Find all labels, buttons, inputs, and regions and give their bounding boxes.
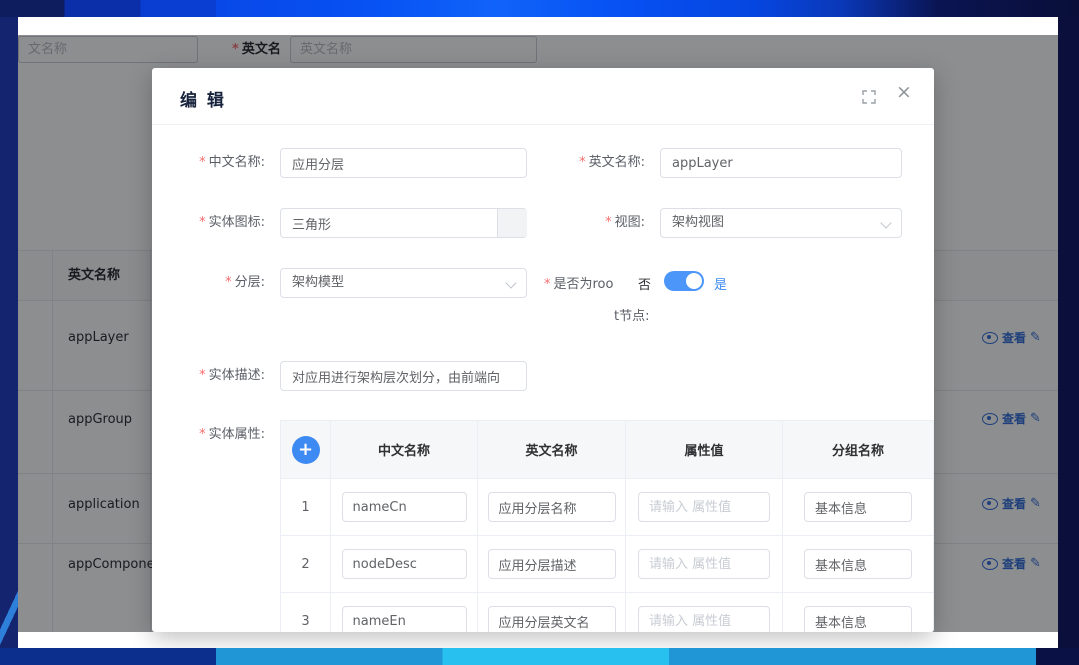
attr-cell [626, 479, 783, 536]
name-cn-label: *中文名称: [160, 148, 265, 178]
is-root-label-line1: *是否为roo [544, 273, 613, 292]
edit-modal: 编 辑 × *中文名称: *英文名称: *实体图标: *视图: 架构视图 *分层… [152, 68, 934, 632]
entity-icon-input[interactable] [280, 208, 527, 238]
close-icon[interactable]: × [896, 83, 912, 102]
attr-row-index: 1 [281, 479, 331, 536]
attr-name-cn-input[interactable] [342, 492, 467, 522]
attr-cell [626, 593, 783, 632]
required-asterisk: * [199, 427, 206, 442]
modal-title: 编 辑 [180, 86, 226, 111]
decorative-diagonal-accent [0, 588, 18, 648]
attr-name-en-input[interactable] [488, 549, 616, 579]
required-asterisk: * [605, 215, 612, 230]
attr-header-value: 属性值 [626, 421, 783, 479]
chevron-down-icon [880, 217, 891, 228]
required-asterisk: * [544, 277, 551, 292]
entity-icon-label: *实体图标: [160, 208, 265, 238]
attr-cell [331, 593, 478, 632]
attr-row-index: 2 [281, 536, 331, 593]
attr-value-input[interactable] [638, 549, 770, 579]
toggle-off-text: 否 [638, 274, 651, 293]
add-attribute-button[interactable]: + [292, 436, 320, 464]
view-select[interactable]: 架构视图 [660, 208, 902, 238]
attr-name-cn-input[interactable] [342, 606, 467, 632]
attr-cell [783, 536, 934, 593]
attr-name-en-input[interactable] [488, 492, 616, 522]
decorative-frame-left [0, 17, 18, 648]
attr-value-input[interactable] [638, 606, 770, 632]
required-asterisk: * [199, 155, 206, 170]
decorative-frame-right [1058, 17, 1079, 648]
attr-header-name-cn: 中文名称 [331, 421, 478, 479]
icon-picker-addon[interactable] [497, 209, 527, 237]
entity-desc-label: *实体描述: [160, 361, 265, 391]
name-en-label: *英文名称: [530, 148, 645, 178]
layer-select[interactable]: 架构模型 [280, 268, 527, 298]
required-asterisk: * [199, 215, 206, 230]
required-asterisk: * [199, 368, 206, 383]
layer-label: *分层: [160, 268, 265, 298]
attr-table: + 中文名称 英文名称 属性值 分组名称 1 2 3 [280, 420, 934, 632]
attr-header-group: 分组名称 [783, 421, 934, 479]
attr-cell [478, 479, 626, 536]
modal-header-divider [152, 124, 934, 125]
screenshot-root: *英文名 英文名称 appLayer appGroup application … [0, 0, 1079, 665]
decorative-frame-bottom [0, 648, 1079, 665]
attr-cell [331, 479, 478, 536]
attr-cell [783, 593, 934, 632]
toggle-on-text: 是 [714, 274, 727, 293]
chevron-down-icon [505, 277, 516, 288]
is-root-label-line2: t节点: [614, 305, 649, 324]
view-label: *视图: [530, 208, 645, 238]
attr-cell [478, 593, 626, 632]
name-en-input[interactable] [660, 148, 902, 178]
decorative-frame-top [0, 0, 1079, 17]
attr-name-en-input[interactable] [488, 606, 616, 632]
required-asterisk: * [579, 155, 586, 170]
entity-desc-input[interactable] [280, 361, 527, 391]
attr-cell [478, 536, 626, 593]
attr-cell [626, 536, 783, 593]
fullscreen-icon[interactable] [862, 89, 876, 108]
attr-group-input[interactable] [804, 606, 912, 632]
attr-group-input[interactable] [804, 549, 912, 579]
attr-value-input[interactable] [638, 492, 770, 522]
entity-attrs-label: *实体属性: [160, 420, 265, 450]
is-root-toggle[interactable] [664, 271, 704, 291]
attr-cell [783, 479, 934, 536]
attr-header-name-en: 英文名称 [478, 421, 626, 479]
attr-cell [331, 536, 478, 593]
attr-group-input[interactable] [804, 492, 912, 522]
attr-table-add-cell: + [281, 421, 331, 479]
attr-name-cn-input[interactable] [342, 549, 467, 579]
attr-row-index: 3 [281, 593, 331, 632]
name-cn-input[interactable] [280, 148, 527, 178]
required-asterisk: * [225, 275, 232, 290]
